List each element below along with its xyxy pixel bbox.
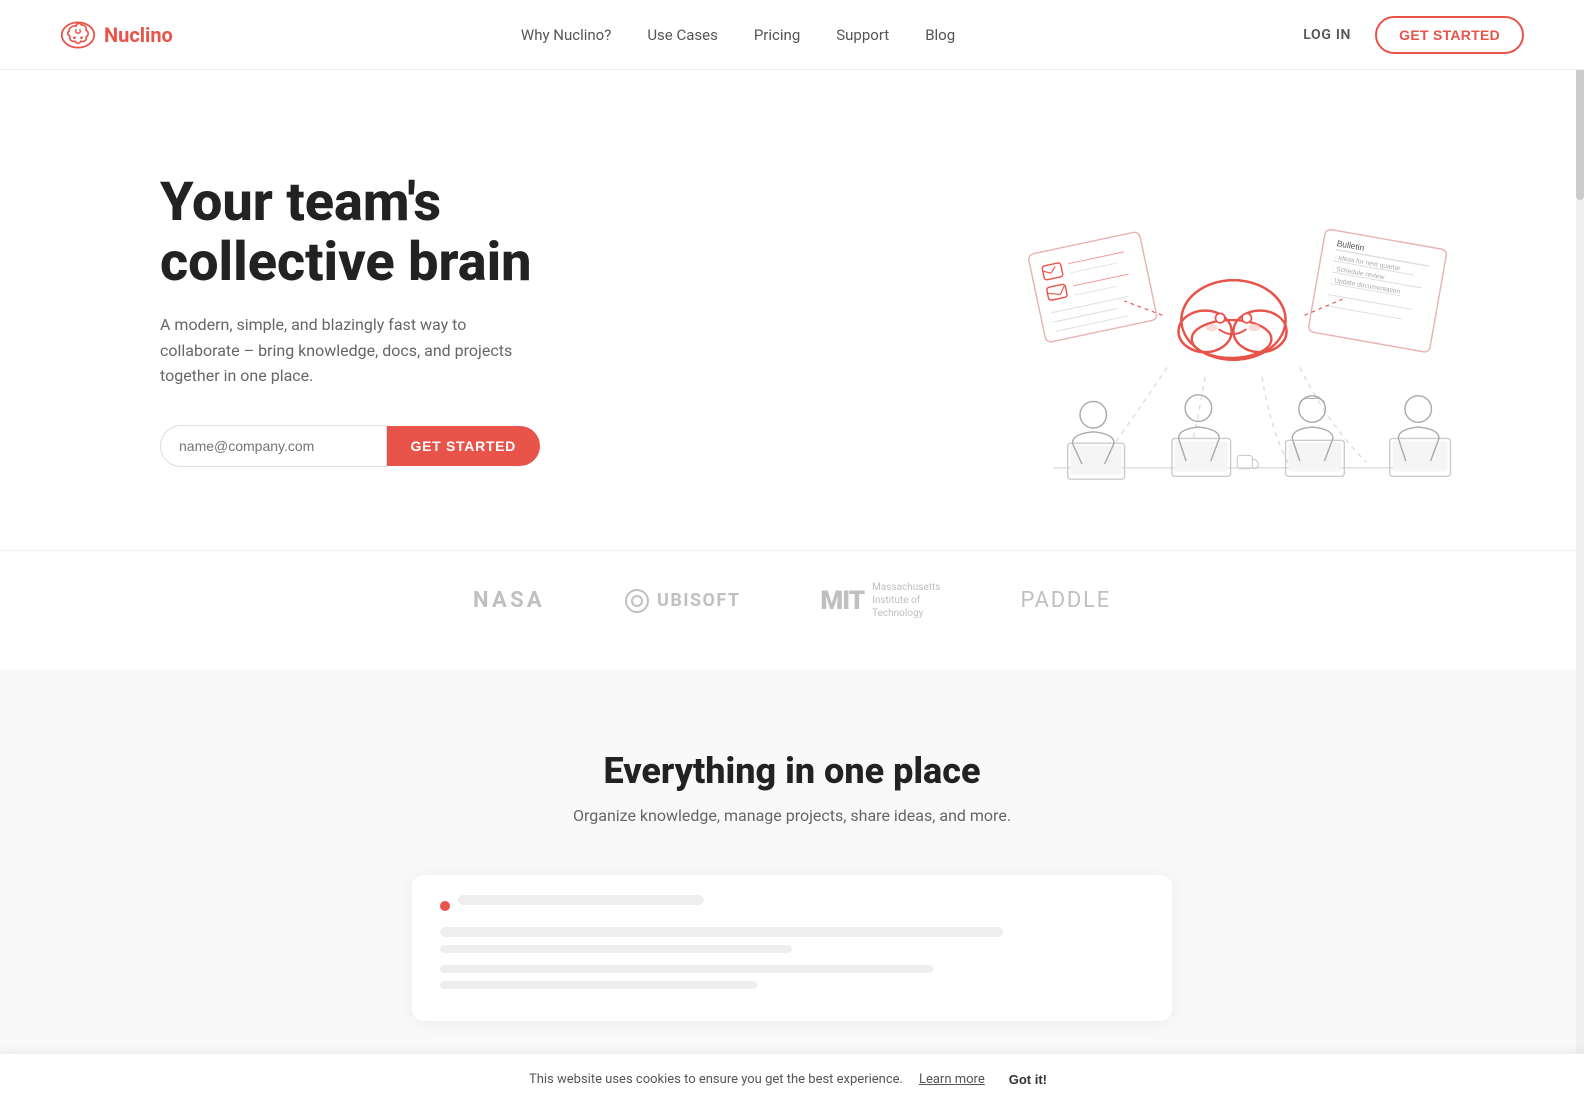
cookie-banner: This website uses cookies to ensure you … [0, 1053, 1584, 1105]
features-subtitle: Organize knowledge, manage projects, sha… [60, 806, 1524, 825]
preview-bar-long [440, 965, 933, 973]
preview-line-1 [440, 895, 1144, 917]
preview-dot [440, 901, 450, 911]
nav-links: Why Nuclino? Use Cases Pricing Support B… [521, 25, 955, 44]
cookie-learn-more-link[interactable]: Learn more [919, 1072, 985, 1087]
team-cloud-illustration: Bulletin · Ideas for next quarter · Sche… [944, 140, 1504, 500]
preview-bar-medium-1 [440, 927, 1003, 937]
get-started-hero-button[interactable]: GET STARTED [387, 426, 540, 466]
navbar: Nuclino Why Nuclino? Use Cases Pricing S… [0, 0, 1584, 70]
navbar-actions: LOG IN GET STARTED [1303, 16, 1524, 54]
features-title: Everything in one place [60, 750, 1524, 792]
preview-bar-short [458, 895, 704, 905]
get-started-nav-button[interactable]: GET STARTED [1375, 16, 1524, 54]
nav-pricing[interactable]: Pricing [754, 26, 800, 44]
partner-mit: MIT MassachusettsInstitute ofTechnology [820, 581, 940, 620]
features-section: Everything in one place Organize knowled… [0, 670, 1584, 1061]
nav-blog[interactable]: Blog [925, 26, 955, 44]
hero-content: Your team's collective brain A modern, s… [160, 173, 540, 467]
logo-link[interactable]: Nuclino [60, 17, 173, 53]
email-input[interactable] [160, 425, 387, 467]
scrollbar-track [1576, 0, 1584, 1105]
preview-bar-medium-2 [440, 945, 792, 953]
logo-icon [60, 17, 96, 53]
cookie-text: This website uses cookies to ensure you … [529, 1072, 903, 1087]
preview-bar-last [440, 981, 757, 989]
nav-use-cases[interactable]: Use Cases [647, 26, 718, 44]
partner-nasa: NASA [473, 588, 545, 613]
hero-subtitle: A modern, simple, and blazingly fast way… [160, 312, 540, 389]
hero-title: Your team's collective brain [160, 173, 540, 292]
partner-ubisoft: UBISOFT [625, 589, 740, 613]
login-link[interactable]: LOG IN [1303, 27, 1351, 43]
ubisoft-icon [625, 589, 649, 613]
cookie-got-it-button[interactable]: Got it! [1001, 1068, 1055, 1091]
partner-paddle: paddle [1020, 588, 1111, 613]
app-preview-card [412, 875, 1172, 1021]
logo-text: Nuclino [104, 23, 173, 47]
nav-support[interactable]: Support [836, 26, 889, 44]
hero-form: GET STARTED [160, 425, 540, 467]
hero-section: Your team's collective brain A modern, s… [0, 70, 1584, 550]
partners-section: NASA UBISOFT MIT MassachusettsInstitute … [0, 550, 1584, 670]
nav-why-nuclino[interactable]: Why Nuclino? [521, 26, 611, 44]
hero-illustration: Bulletin · Ideas for next quarter · Sche… [944, 140, 1504, 500]
